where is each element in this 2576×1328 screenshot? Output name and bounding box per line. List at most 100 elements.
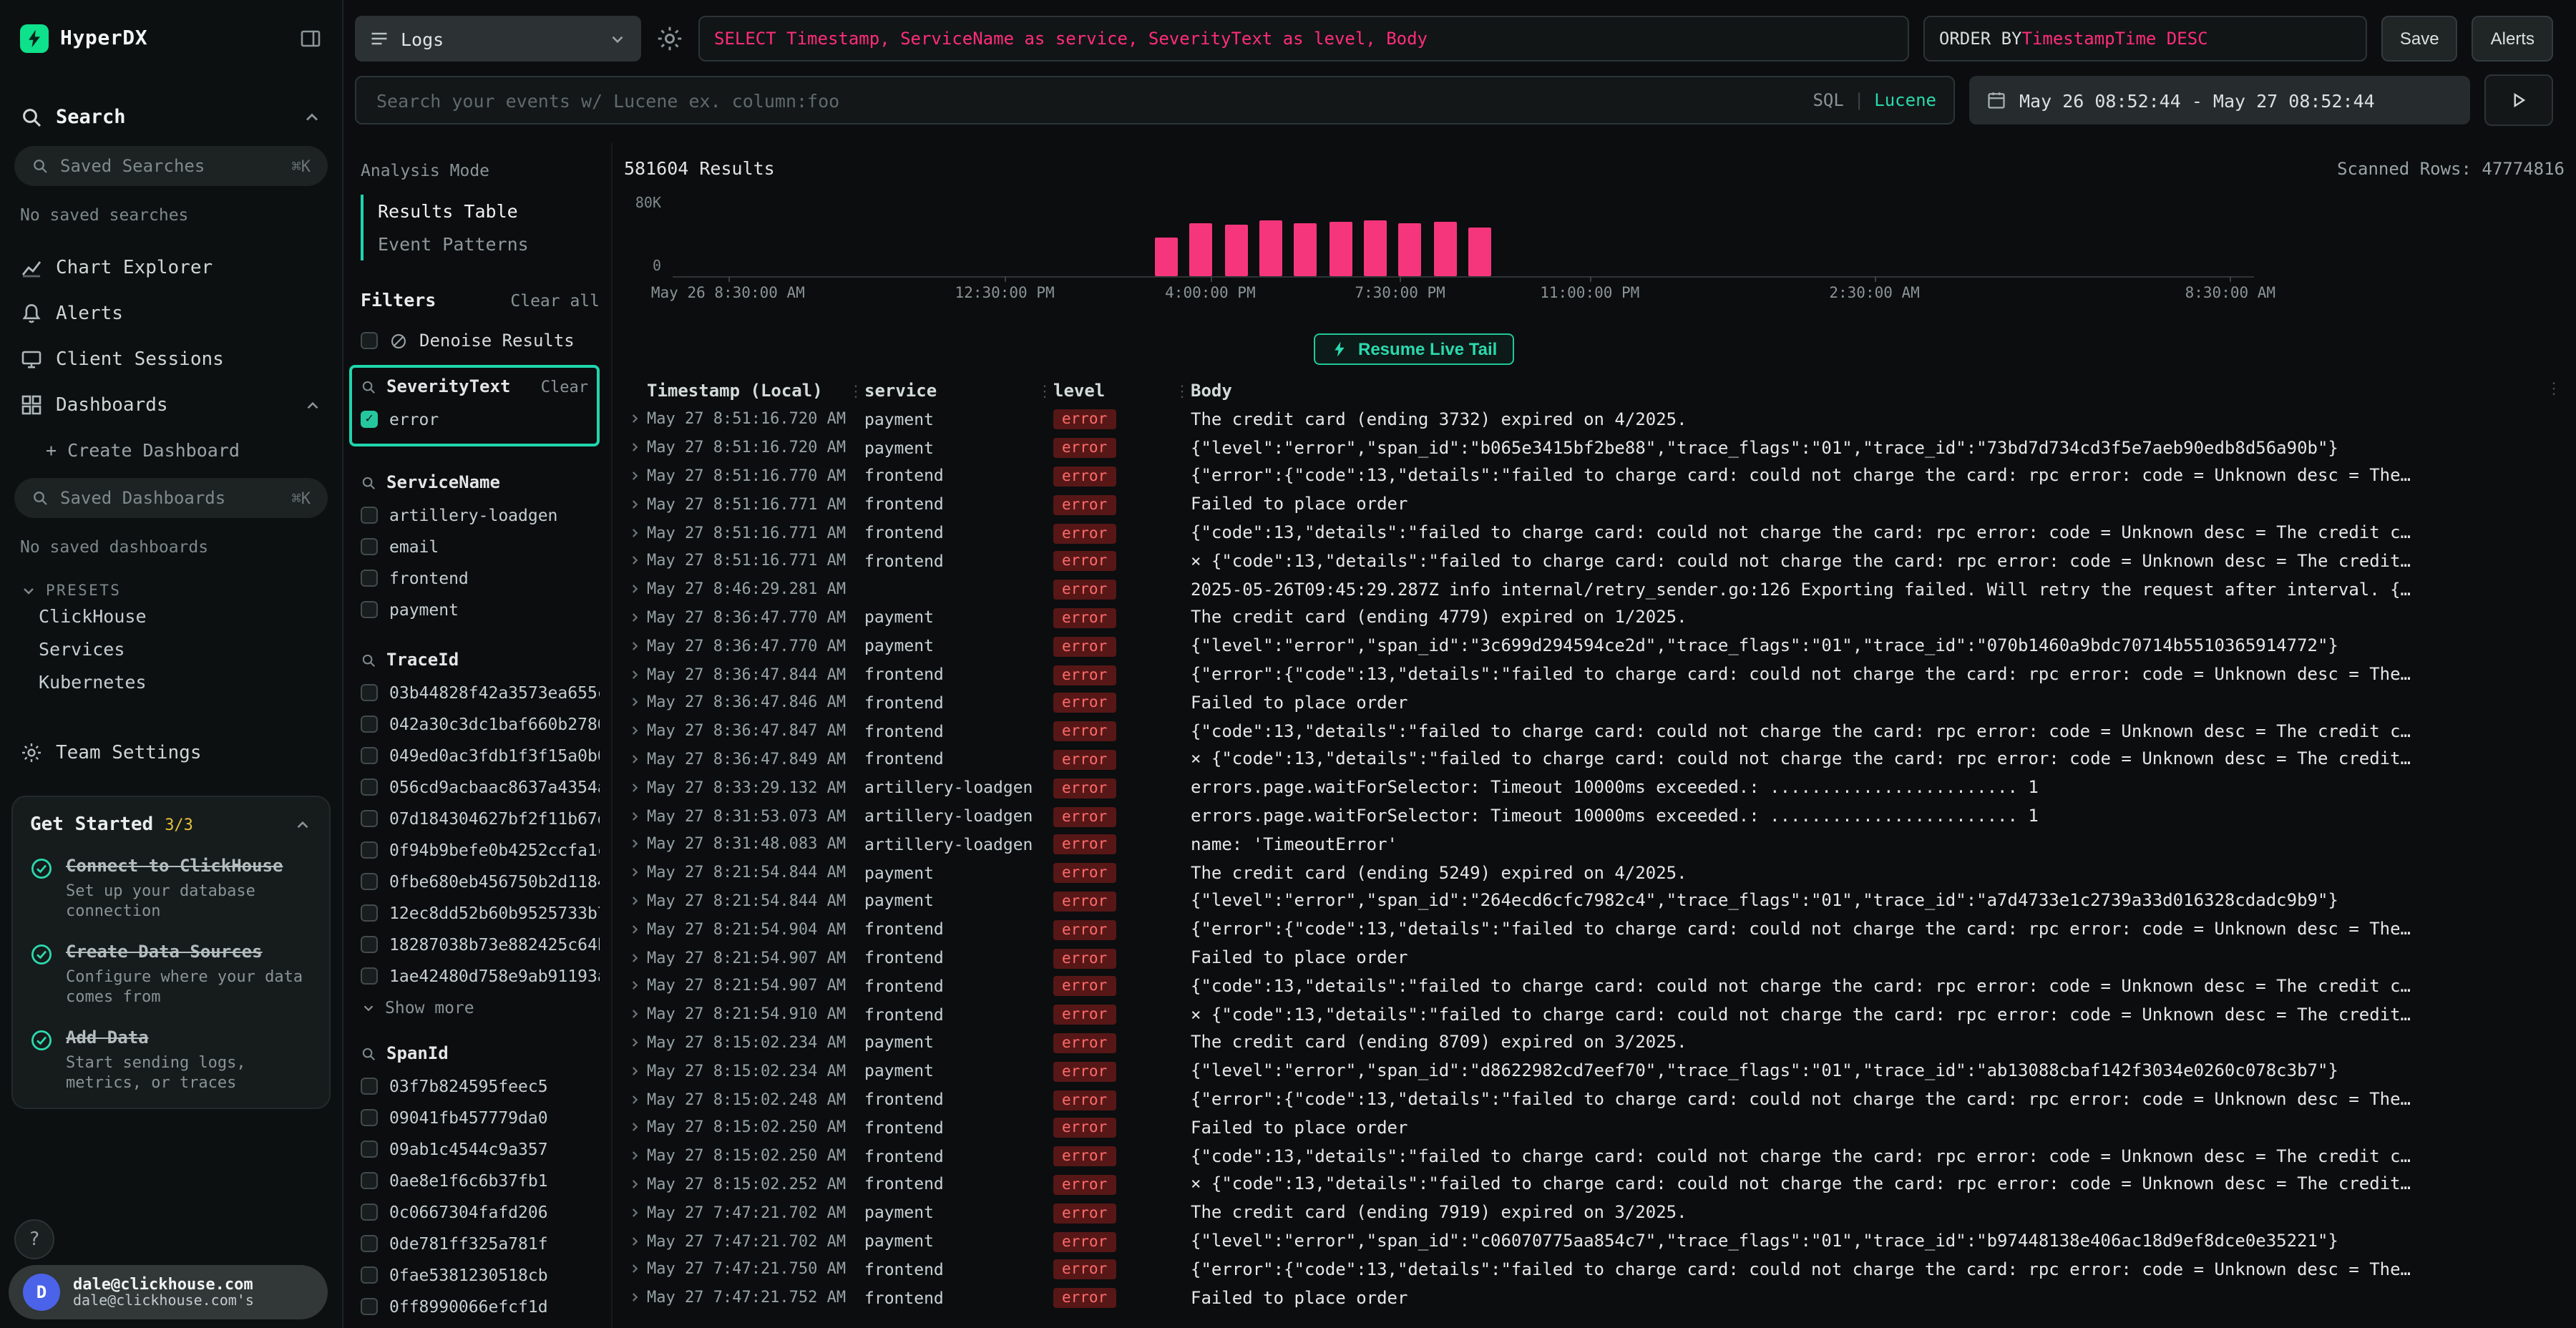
chevron-right-icon[interactable] (628, 611, 641, 624)
table-row[interactable]: May 27 8:36:47.770 AM payment error The … (624, 603, 2565, 632)
checkbox[interactable] (361, 716, 378, 733)
checkbox[interactable] (361, 1235, 378, 1252)
checkbox[interactable] (361, 684, 378, 701)
chevron-right-icon[interactable] (628, 1064, 641, 1077)
sidebar-item-alerts[interactable]: Alerts (0, 290, 342, 336)
table-row[interactable]: May 27 8:21:54.844 AM payment error {"le… (624, 887, 2565, 915)
event-search-box[interactable]: SQL | Lucene (355, 76, 1955, 125)
filter-option[interactable]: 11c67fe55c0d13fd (361, 1324, 600, 1328)
chevron-right-icon[interactable] (628, 441, 641, 454)
get-started-item[interactable]: Create Data Sources Configure where your… (30, 942, 312, 1007)
histogram-bar[interactable] (1364, 221, 1387, 277)
table-row[interactable]: May 27 8:46:29.281 AM error 2025-05-26T0… (624, 575, 2565, 604)
table-row[interactable]: May 27 8:15:02.248 AM frontend error {"e… (624, 1085, 2565, 1113)
chevron-right-icon[interactable] (628, 1234, 641, 1247)
clear-all-button[interactable]: Clear all (510, 290, 600, 311)
checkbox[interactable] (361, 747, 378, 764)
table-row[interactable]: May 27 7:47:21.750 AM frontend error {"e… (624, 1255, 2565, 1284)
sidebar-item-search[interactable]: Search (20, 106, 322, 129)
chevron-right-icon[interactable] (628, 498, 641, 511)
sidebar-collapse-icon[interactable] (299, 27, 322, 50)
column-separator[interactable]: ⋮ (847, 381, 864, 400)
histogram-bar[interactable] (1468, 228, 1491, 277)
checkbox[interactable] (361, 841, 378, 859)
chevron-right-icon[interactable] (628, 413, 641, 426)
filter-option[interactable]: 0ff8990066efcf1d (361, 1292, 600, 1321)
presets-toggle[interactable]: PRESETS (20, 582, 322, 600)
checkbox[interactable] (361, 1298, 378, 1315)
filter-clear-button[interactable]: Clear (541, 377, 588, 396)
get-started-header[interactable]: Get Started 3/3 (30, 814, 312, 836)
checkbox[interactable] (361, 1172, 378, 1189)
chevron-up-icon[interactable] (293, 816, 312, 834)
histogram-bar[interactable] (1190, 223, 1213, 276)
checkbox[interactable] (361, 332, 378, 349)
checkbox[interactable] (361, 778, 378, 796)
table-row[interactable]: May 27 8:36:47.847 AM frontend error {"c… (624, 717, 2565, 746)
table-row[interactable]: May 27 8:15:02.250 AM frontend error {"c… (624, 1141, 2565, 1170)
mode-event-patterns[interactable]: Event Patterns (364, 228, 600, 260)
column-header-service[interactable]: service (864, 381, 1036, 401)
histogram-bar[interactable] (1259, 221, 1282, 277)
resume-live-tail-button[interactable]: Resume Live Tail (1314, 333, 1514, 365)
chevron-right-icon[interactable] (628, 640, 641, 653)
sidebar-item-dashboards[interactable]: Dashboards (0, 382, 342, 428)
sidebar-item-services[interactable]: Services (0, 633, 342, 665)
saved-dashboards-input[interactable]: Saved Dashboards ⌘K (14, 478, 328, 518)
alerts-button[interactable]: Alerts (2472, 16, 2553, 62)
chevron-right-icon[interactable] (628, 696, 641, 709)
create-dashboard-button[interactable]: + Create Dashboard (46, 439, 322, 461)
histogram-bar[interactable] (1294, 223, 1317, 276)
chevron-right-icon[interactable] (628, 1291, 641, 1304)
filter-option[interactable]: 049ed0ac3fdb1f3f15a0b0b… (361, 741, 600, 770)
denoise-results-option[interactable]: Denoise Results (361, 331, 600, 351)
filter-option[interactable]: 056cd9acbaac8637a4354a2… (361, 773, 600, 801)
filter-option[interactable]: email (361, 532, 600, 561)
checkbox[interactable] (361, 411, 378, 428)
checkbox[interactable] (361, 967, 378, 985)
filter-option[interactable]: error (361, 405, 588, 434)
histogram-plot[interactable] (673, 205, 2254, 278)
source-select[interactable]: Logs (355, 16, 641, 62)
filter-option[interactable]: 0c0667304fafd206 (361, 1198, 600, 1226)
filter-option[interactable]: 0fae5381230518cb (361, 1261, 600, 1289)
chevron-right-icon[interactable] (628, 922, 641, 935)
chevron-right-icon[interactable] (628, 1263, 641, 1276)
select-clause-input[interactable]: SELECT Timestamp, ServiceName as service… (698, 16, 1909, 62)
sidebar-item-team-settings[interactable]: Team Settings (20, 741, 322, 764)
filter-option[interactable]: 03b44828f42a3573ea655ce… (361, 678, 600, 707)
save-button[interactable]: Save (2381, 16, 2458, 62)
table-row[interactable]: May 27 8:36:47.770 AM payment error {"le… (624, 632, 2565, 660)
filter-option[interactable]: frontend (361, 564, 600, 592)
chevron-right-icon[interactable] (628, 724, 641, 737)
chevron-right-icon[interactable] (628, 1093, 641, 1105)
checkbox[interactable] (361, 810, 378, 827)
chevron-right-icon[interactable] (628, 1036, 641, 1049)
checkbox[interactable] (361, 936, 378, 953)
histogram-bar[interactable] (1398, 223, 1421, 276)
chevron-right-icon[interactable] (628, 809, 641, 822)
table-row[interactable]: May 27 8:51:16.770 AM frontend error {"e… (624, 462, 2565, 490)
chevron-right-icon[interactable] (628, 1121, 641, 1134)
table-row[interactable]: May 27 8:51:16.771 AM frontend error {"c… (624, 518, 2565, 547)
filter-option[interactable]: 09041fb457779da0 (361, 1103, 600, 1132)
user-menu[interactable]: D dale@clickhouse.com dale@clickhouse.co… (9, 1265, 328, 1319)
table-row[interactable]: May 27 8:21:54.844 AM payment error The … (624, 859, 2565, 887)
column-header-level[interactable]: level (1053, 381, 1174, 401)
show-more-button[interactable]: Show more (361, 997, 600, 1017)
checkbox[interactable] (361, 538, 378, 555)
table-row[interactable]: May 27 8:21:54.910 AM frontend error × {… (624, 1000, 2565, 1028)
column-header-body[interactable]: Body (1191, 381, 2565, 401)
table-row[interactable]: May 27 8:15:02.234 AM payment error {"le… (624, 1057, 2565, 1085)
table-row[interactable]: May 27 8:51:16.720 AM payment error {"le… (624, 434, 2565, 462)
get-started-item[interactable]: Connect to ClickHouse Set up your databa… (30, 856, 312, 922)
checkbox[interactable] (361, 570, 378, 587)
table-row[interactable]: May 27 8:31:53.073 AM artillery-loadgen … (624, 801, 2565, 830)
source-settings-gear-icon[interactable] (655, 24, 684, 53)
sql-mode-toggle[interactable]: SQL (1813, 90, 1843, 110)
table-row[interactable]: May 27 7:47:21.702 AM payment error {"le… (624, 1226, 2565, 1255)
table-row[interactable]: May 27 8:51:16.771 AM frontend error × {… (624, 547, 2565, 575)
table-row[interactable]: May 27 8:15:02.252 AM frontend error × {… (624, 1170, 2565, 1198)
checkbox[interactable] (361, 507, 378, 524)
chevron-right-icon[interactable] (628, 555, 641, 567)
